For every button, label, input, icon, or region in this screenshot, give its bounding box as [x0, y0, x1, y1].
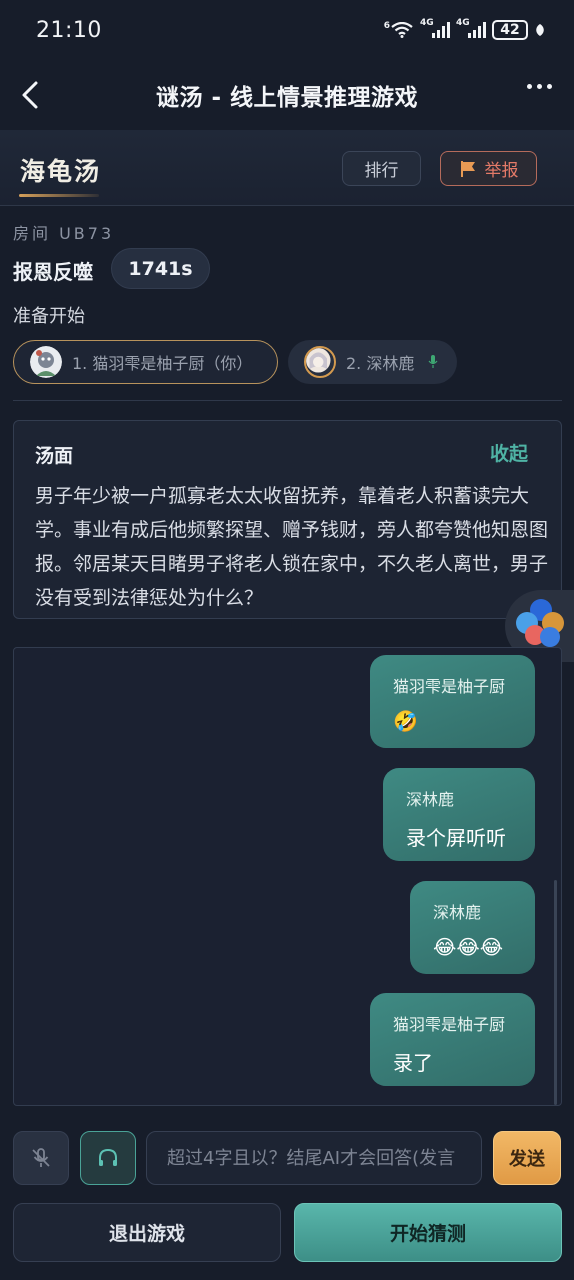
player-name: 2. 深林鹿	[346, 354, 415, 373]
status-icons: 6 4G 4G 42	[384, 18, 546, 40]
status-bar: 21:10 6 4G 4G 42	[0, 0, 574, 60]
report-button[interactable]: 举报	[440, 151, 537, 186]
battery-indicator: 42	[492, 20, 528, 40]
avatar	[304, 346, 336, 378]
chat-scrollbar[interactable]	[554, 880, 557, 1105]
puzzle-text: 男子年少被一户孤寡老太太收留抚养，靠着老人积蓄读完大学。事业有成后他频繁探望、赠…	[35, 485, 549, 609]
puzzle-card: 汤面 收起 男子年少被一户孤寡老太太收留抚养，靠着老人积蓄读完大学。事业有成后他…	[13, 420, 562, 619]
message-text: 录了	[393, 1051, 433, 1075]
chat-message: 猫羽雫是柚子厨 录了	[370, 993, 535, 1086]
puzzle-card-title: 汤面	[35, 445, 74, 467]
message-sender: 猫羽雫是柚子厨	[393, 1015, 506, 1034]
wifi-icon	[391, 22, 413, 38]
avatar	[30, 346, 62, 378]
send-button[interactable]: 发送	[493, 1131, 561, 1185]
timer-badge: 1741s	[111, 248, 210, 289]
exit-game-button[interactable]: 退出游戏	[13, 1203, 281, 1262]
headphones-icon	[99, 1148, 117, 1166]
chat-input[interactable]	[167, 1147, 461, 1169]
player-chip-me[interactable]: 1. 猫羽雫是柚子厨（你）	[13, 340, 278, 384]
chevron-left-icon[interactable]	[18, 80, 44, 110]
leaf-icon	[536, 24, 544, 36]
message-text: 录个屏听听	[406, 826, 506, 850]
signal-icon: 4G	[456, 18, 486, 38]
divider	[13, 400, 562, 401]
mic-icon	[428, 355, 438, 368]
message-sender: 猫羽雫是柚子厨	[393, 677, 506, 696]
message-sender: 深林鹿	[406, 790, 455, 809]
message-text: 😂😂😂	[433, 935, 504, 959]
message-text: 🤣	[393, 709, 418, 733]
chat-message: 深林鹿 录个屏听听	[383, 768, 535, 861]
page-title: 谜汤 - 线上情景推理游戏	[155, 85, 419, 111]
player-chip-other[interactable]: 2. 深林鹿	[288, 340, 457, 384]
start-guess-button[interactable]: 开始猜测	[294, 1203, 562, 1262]
message-sender: 深林鹿	[433, 903, 482, 922]
status-time: 21:10	[36, 17, 102, 43]
chat-message: 猫羽雫是柚子厨 🤣	[370, 655, 535, 748]
top-nav-bar: 谜汤 - 线上情景推理游戏	[0, 60, 574, 130]
chat-panel[interactable]: 猫羽雫是柚子厨 🤣 深林鹿 录个屏听听 深林鹿 😂😂😂 猫羽雫是柚子厨 录了	[13, 647, 562, 1106]
more-dots-icon[interactable]	[527, 84, 552, 89]
rank-button[interactable]: 排行	[342, 151, 421, 186]
title-underline	[19, 194, 99, 197]
audio-button[interactable]	[80, 1131, 136, 1185]
chat-message: 深林鹿 😂😂😂	[410, 881, 535, 974]
game-state: 准备开始	[13, 306, 85, 327]
chat-input-wrapper	[146, 1131, 482, 1185]
collapse-button[interactable]: 收起	[490, 439, 528, 466]
flag-icon	[460, 160, 475, 177]
puzzle-name: 报恩反噬	[13, 260, 93, 284]
report-label: 举报	[484, 161, 519, 181]
game-title: 海龟汤	[20, 157, 102, 186]
signal-icon: 4G	[420, 18, 450, 38]
room-id: 房间 UB73	[13, 224, 115, 243]
player-name: 1. 猫羽雫是柚子厨（你）	[72, 354, 253, 373]
mute-button[interactable]	[13, 1131, 69, 1185]
mic-off-icon	[32, 1148, 50, 1167]
game-header: 海龟汤 排行 举报	[0, 130, 574, 206]
